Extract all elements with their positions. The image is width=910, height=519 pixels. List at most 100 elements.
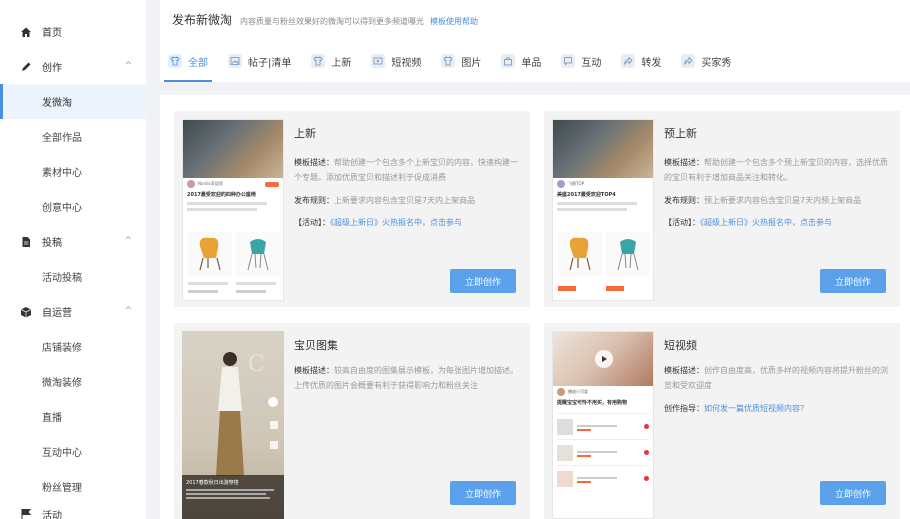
template-card-new: Nordic家居馆 2017最受欢迎的四种办公座椅 上新 模板描述：帮助创建一个… bbox=[174, 111, 530, 307]
sidebar-item-interaction[interactable]: 互动中心 bbox=[0, 434, 146, 469]
sidebar-item-all-works[interactable]: 全部作品 bbox=[0, 119, 146, 154]
sidebar-group-submit[interactable]: 投稿 ^ bbox=[0, 224, 146, 259]
activity-link[interactable]: 《超级上新日》火热报名中，点击参与 bbox=[700, 218, 832, 227]
thumbnail-author-row: 飞鹅TOP bbox=[553, 178, 653, 190]
sidebar-item-activity-submit[interactable]: 活动投稿 bbox=[0, 259, 146, 294]
create-now-button[interactable]: 立即创作 bbox=[450, 481, 516, 505]
desc-key: 模板描述： bbox=[294, 158, 334, 167]
tab-new-arrivals[interactable]: 上新 bbox=[303, 46, 359, 76]
product-image bbox=[558, 232, 602, 276]
sidebar-item-shop-decor[interactable]: 店铺装修 bbox=[0, 329, 146, 364]
share-icon bbox=[681, 54, 696, 68]
add-icon bbox=[644, 476, 649, 481]
chevron-up-icon: ^ bbox=[124, 306, 132, 316]
card-guide: 创作指导：如何发一篇优质短视频内容？ bbox=[664, 401, 890, 416]
rule-key: 发布规则： bbox=[294, 196, 334, 205]
sidebar-item-live[interactable]: 直播 bbox=[0, 399, 146, 434]
flag-icon bbox=[20, 508, 32, 519]
desc-key: 模板描述： bbox=[664, 366, 704, 375]
tab-buyer-show[interactable]: 买家秀 bbox=[673, 46, 739, 76]
product-row bbox=[557, 465, 649, 491]
sidebar-group-create[interactable]: 创作 ^ bbox=[0, 49, 146, 84]
text-line bbox=[188, 282, 228, 285]
tab-label: 买家秀 bbox=[701, 57, 732, 69]
tab-single-item[interactable]: 单品 bbox=[493, 46, 549, 76]
card-description: 模板描述：帮助创建一个包含多个上新宝贝的内容，快速构建一个专题。添加优质宝贝和描… bbox=[294, 155, 520, 185]
sidebar-item-ideas[interactable]: 创意中心 bbox=[0, 189, 146, 224]
card-activity: 【活动】：《超级上新日》火热报名中，点击参与 bbox=[664, 215, 890, 230]
thumbnail-title: 提醒宝宝可怜不用买，有用购物 bbox=[557, 400, 628, 406]
tab-share[interactable]: 转发 bbox=[613, 46, 669, 76]
desc-key: 模板描述： bbox=[294, 366, 334, 375]
create-now-button[interactable]: 立即创作 bbox=[820, 269, 886, 293]
card-title: 宝贝图集 bbox=[294, 339, 338, 352]
thumbnail-author-row: Nordic家居馆 bbox=[183, 178, 283, 190]
text-line bbox=[186, 497, 270, 499]
text-line bbox=[188, 290, 218, 293]
sidebar-divider bbox=[146, 0, 160, 519]
rule-text: 预上新要求内容包含宝贝是7天内预上架商品 bbox=[704, 196, 862, 205]
create-now-button[interactable]: 立即创作 bbox=[820, 481, 886, 505]
top-panel: 发布新微淘 内容质量与粉丝效果好的微淘可以得到更多频道曝光 模板使用帮助 全部 … bbox=[160, 0, 910, 82]
card-title: 预上新 bbox=[664, 127, 697, 140]
product-info bbox=[577, 449, 644, 457]
page-subtitle: 内容质量与粉丝效果好的微淘可以得到更多频道曝光 bbox=[240, 17, 425, 26]
template-card-pre-new: 飞鹅TOP 美座2017最受欢迎TOP4 预上新 模板描述：帮助创建一个包含多个… bbox=[544, 111, 900, 307]
sidebar-item-fans[interactable]: 粉丝管理 bbox=[0, 469, 146, 504]
sidebar-item-home[interactable]: 首页 bbox=[0, 14, 146, 49]
image-icon bbox=[228, 54, 242, 68]
sidebar-item-materials[interactable]: 素材中心 bbox=[0, 154, 146, 189]
product-row bbox=[557, 413, 649, 439]
tab-label: 全部 bbox=[188, 57, 208, 69]
thumbnail-author: 飞鹅TOP bbox=[568, 181, 585, 186]
bag-icon bbox=[501, 54, 516, 68]
thumbnail-title: 2017最受欢迎的四种办公座椅 bbox=[187, 192, 256, 198]
tab-short-video[interactable]: 短视频 bbox=[363, 46, 429, 76]
text-line bbox=[236, 290, 266, 293]
text-line bbox=[557, 208, 627, 211]
tab-images[interactable]: 图片 bbox=[433, 46, 489, 76]
chevron-up-icon: ^ bbox=[124, 61, 132, 71]
play-icon[interactable] bbox=[595, 350, 613, 368]
card-description: 模板描述：较高自由度的图集展示模板，为每张图片增加描述。上传优质的图片会概要有利… bbox=[294, 363, 520, 393]
tab-all[interactable]: 全部 bbox=[160, 46, 216, 82]
thumbnail-caption: 2017春款秋日出游穿搭 bbox=[182, 475, 284, 519]
rule-text: 上新要求内容包含宝贝是7天内上架商品 bbox=[334, 196, 476, 205]
tab-label: 互动 bbox=[581, 57, 602, 69]
tab-label: 单品 bbox=[521, 57, 542, 69]
sidebar-group-activity[interactable]: 活动 bbox=[0, 504, 146, 519]
card-rule: 发布规则：上新要求内容包含宝贝是7天内上架商品 bbox=[294, 193, 520, 208]
create-now-button[interactable]: 立即创作 bbox=[450, 269, 516, 293]
thumbnail-title: 美座2017最受欢迎TOP4 bbox=[557, 192, 616, 198]
thumbnail-photo bbox=[183, 120, 283, 178]
text-line bbox=[186, 489, 274, 491]
tab-posts-list[interactable]: 帖子|清单 bbox=[220, 46, 299, 76]
template-help-link[interactable]: 模板使用帮助 bbox=[430, 16, 478, 27]
product-info bbox=[577, 475, 644, 483]
sidebar-item-label: 首页 bbox=[42, 28, 62, 39]
sidebar-item-weitao-decor[interactable]: 微淘装修 bbox=[0, 364, 146, 399]
add-icon bbox=[644, 450, 649, 455]
product-image bbox=[188, 232, 232, 276]
sidebar-group-self-ops[interactable]: 自运营 ^ bbox=[0, 294, 146, 329]
guide-link[interactable]: 如何发一篇优质短视频内容？ bbox=[704, 404, 808, 413]
thumbnail-author: Nordic家居馆 bbox=[198, 181, 223, 186]
template-grid: Nordic家居馆 2017最受欢迎的四种办公座椅 上新 模板描述：帮助创建一个… bbox=[160, 95, 910, 519]
sidebar-item-post[interactable]: 发微淘 bbox=[0, 84, 146, 119]
sidebar-item-label: 自运营 bbox=[42, 308, 72, 319]
product-image bbox=[236, 232, 280, 276]
shirt-icon bbox=[311, 54, 326, 68]
activity-link[interactable]: 《超级上新日》火热报名中，点击参与 bbox=[330, 218, 462, 227]
text-line bbox=[187, 208, 257, 211]
sidebar: 首页 创作 ^ 发微淘 全部作品 素材中心 创意中心 投稿 ^ 活动投稿 自运营… bbox=[0, 0, 146, 519]
card-title: 短视频 bbox=[664, 339, 697, 352]
template-thumbnail: Nordic家居馆 2017最受欢迎的四种办公座椅 bbox=[182, 119, 284, 301]
product-info bbox=[577, 423, 644, 431]
avatar bbox=[557, 180, 565, 188]
shirt-icon bbox=[441, 54, 456, 68]
product-image bbox=[606, 232, 650, 276]
tab-interaction[interactable]: 互动 bbox=[553, 46, 609, 76]
sidebar-item-label: 活动 bbox=[42, 510, 62, 519]
rule-key: 发布规则： bbox=[664, 196, 704, 205]
document-icon bbox=[20, 236, 32, 248]
